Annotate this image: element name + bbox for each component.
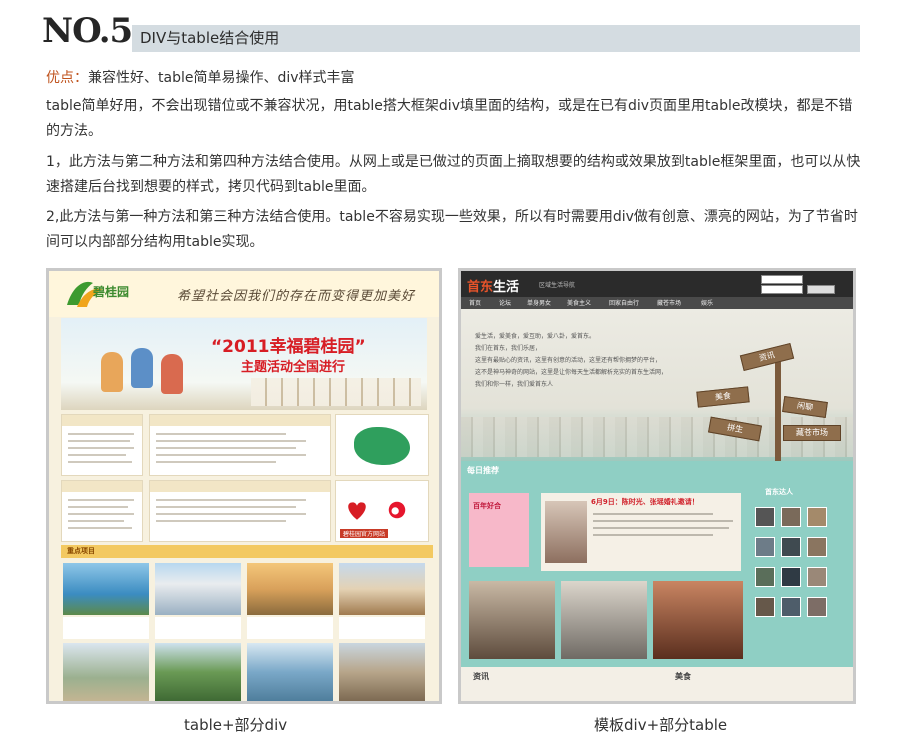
daily-title: 每日推荐 bbox=[467, 466, 499, 475]
hero-line: 我们和你一样，我们爱首东人 bbox=[475, 381, 554, 388]
section-number: NO.5 bbox=[42, 11, 133, 51]
left-logo-text: 碧桂园 bbox=[93, 285, 130, 299]
event-photo bbox=[653, 581, 743, 659]
avatar[interactable] bbox=[781, 507, 801, 527]
nav-item[interactable]: 论坛 bbox=[499, 298, 511, 307]
project-photo bbox=[247, 563, 333, 615]
left-news-panel bbox=[61, 414, 143, 476]
hero-line: 这里有最贴心的资讯，这里有创意的活动，这里还有帮你拥梦的平台， bbox=[475, 357, 662, 364]
avatar[interactable] bbox=[755, 507, 775, 527]
nav-item[interactable]: 美食主义 bbox=[567, 298, 591, 307]
signpost-sign[interactable]: 资讯 bbox=[739, 342, 795, 372]
site-label: 碧桂园官方网站 bbox=[340, 529, 389, 538]
avatar[interactable] bbox=[755, 567, 775, 587]
signpost-sign[interactable]: 美食 bbox=[696, 386, 750, 408]
right-hero: 爱生活，爱美食，爱互助，爱八卦，爱首东。 我们在首东，我们乐居， 这里有最贴心的… bbox=[461, 309, 853, 491]
example-screenshot-left: 碧桂园 希望社会因我们的存在而变得更加美好 “2011幸福碧桂园” 主题活动全国… bbox=[46, 268, 442, 704]
avatar[interactable] bbox=[807, 597, 827, 617]
left-news-panel bbox=[149, 480, 331, 542]
child-figure-icon bbox=[101, 352, 123, 392]
nav-item[interactable]: 藏苍市场 bbox=[657, 298, 681, 307]
password-input[interactable] bbox=[761, 285, 803, 294]
right-site-header: 首东生活 区域生活导航 bbox=[461, 271, 853, 297]
login-input[interactable] bbox=[761, 275, 803, 284]
advantages-line: 优点：兼容性好、table简单易操作、div样式丰富 bbox=[46, 67, 355, 89]
article-title[interactable]: 6月9日：陈时光、张瑶婚礼邀请！ bbox=[591, 497, 699, 507]
section-title-bar: DIV与table结合使用 bbox=[132, 25, 860, 52]
signpost-sign[interactable]: 藏苍市场 bbox=[783, 425, 841, 441]
hero-line: 这不是神马神奇的网站，这里是让你每天生活都解析充实的首东生活网， bbox=[475, 369, 668, 376]
advantages-text: 兼容性好、table简单易操作、div样式丰富 bbox=[88, 70, 355, 86]
right-logo: 首东生活 bbox=[467, 280, 520, 295]
section-title: DIV与table结合使用 bbox=[140, 29, 280, 47]
wedding-card: 百年好合 bbox=[469, 493, 529, 567]
paragraph-method-1: 1，此方法与第二种方法和第四种方法结合使用。从网上或是已做过的页面上摘取想要的结… bbox=[46, 154, 861, 195]
signpost-sign[interactable]: 闲聊 bbox=[782, 396, 828, 418]
left-slogan: 希望社会因我们的存在而变得更加美好 bbox=[177, 289, 416, 304]
users-title: 首东达人 bbox=[765, 488, 793, 496]
project-photo bbox=[155, 643, 241, 701]
nav-item[interactable]: 娱乐 bbox=[701, 298, 713, 307]
right-tagline: 区域生活导航 bbox=[539, 282, 576, 289]
paragraph-method-2: 2,此方法与第一种方法和第三种方法结合使用。table不容易实现一些效果，所以有… bbox=[46, 209, 858, 250]
hero-line: 爱生活，爱美食，爱互助，爱八卦，爱首东。 bbox=[475, 333, 596, 340]
event-photo bbox=[561, 581, 647, 659]
avatar[interactable] bbox=[807, 507, 827, 527]
avatar[interactable] bbox=[755, 537, 775, 557]
heart-logo-icon bbox=[348, 502, 366, 520]
left-site-header: 碧桂园 希望社会因我们的存在而变得更加美好 bbox=[49, 271, 439, 317]
left-news-panel bbox=[61, 480, 143, 542]
child-figure-icon bbox=[131, 348, 153, 388]
couple-photo bbox=[545, 501, 587, 563]
nav-item[interactable]: 单身男女 bbox=[527, 298, 551, 307]
nav-item[interactable]: 首页 bbox=[469, 298, 481, 307]
event-photo bbox=[469, 581, 555, 659]
hero-line: 我们在首东，我们乐居， bbox=[475, 345, 542, 352]
users-panel: 首东达人 bbox=[751, 477, 847, 663]
left-weibo-panel: 碧桂园官方网站 bbox=[335, 480, 429, 542]
example-screenshot-right: 首东生活 区域生活导航 首页 论坛 单身男女 美食主义 回家自由行 藏苍市场 娱… bbox=[458, 268, 856, 704]
avatar[interactable] bbox=[807, 537, 827, 557]
left-section-bar: 重点项目 bbox=[61, 545, 433, 558]
left-news-panel bbox=[149, 414, 331, 476]
china-map-icon bbox=[354, 427, 410, 465]
avatar[interactable] bbox=[755, 597, 775, 617]
project-photo bbox=[339, 563, 425, 615]
houses-illustration bbox=[251, 378, 421, 406]
featured-article: 6月9日：陈时光、张瑶婚礼邀请！ bbox=[541, 493, 741, 571]
bottom-food-title: 美食 bbox=[675, 672, 691, 681]
caption-left: table+部分div bbox=[184, 716, 288, 734]
paragraph-intro: table简单好用，不会出现错位或不兼容状况，用table搭大框架div填里面的… bbox=[46, 98, 853, 139]
bottom-news-title: 资讯 bbox=[473, 672, 489, 681]
wedding-tag: 百年好合 bbox=[473, 502, 501, 510]
right-main: 每日推荐 百年好合 6月9日：陈时光、张瑶婚礼邀请！ 首东达人 bbox=[461, 461, 853, 667]
right-nav-bar: 首页 论坛 单身男女 美食主义 回家自由行 藏苍市场 娱乐 bbox=[461, 297, 853, 309]
left-banner: “2011幸福碧桂园” 主题活动全国进行 bbox=[61, 318, 427, 410]
banner-title: “2011幸福碧桂园” bbox=[211, 337, 366, 357]
advantages-label: 优点： bbox=[46, 70, 88, 86]
left-map-panel bbox=[335, 414, 429, 476]
project-photo bbox=[63, 563, 149, 615]
avatar[interactable] bbox=[807, 567, 827, 587]
weibo-icon bbox=[388, 501, 406, 519]
project-photo bbox=[63, 643, 149, 701]
avatar[interactable] bbox=[781, 537, 801, 557]
project-photo bbox=[247, 643, 333, 701]
project-photo bbox=[339, 643, 425, 701]
login-button[interactable] bbox=[807, 285, 835, 294]
child-figure-icon bbox=[161, 354, 183, 394]
caption-right: 模板div+部分table bbox=[594, 716, 728, 734]
project-photo bbox=[155, 563, 241, 615]
banner-subtitle: 主题活动全国进行 bbox=[241, 360, 346, 375]
nav-item[interactable]: 回家自由行 bbox=[609, 298, 639, 307]
right-bottom-section: 资讯 美食 bbox=[461, 667, 853, 701]
avatar[interactable] bbox=[781, 597, 801, 617]
avatar[interactable] bbox=[781, 567, 801, 587]
